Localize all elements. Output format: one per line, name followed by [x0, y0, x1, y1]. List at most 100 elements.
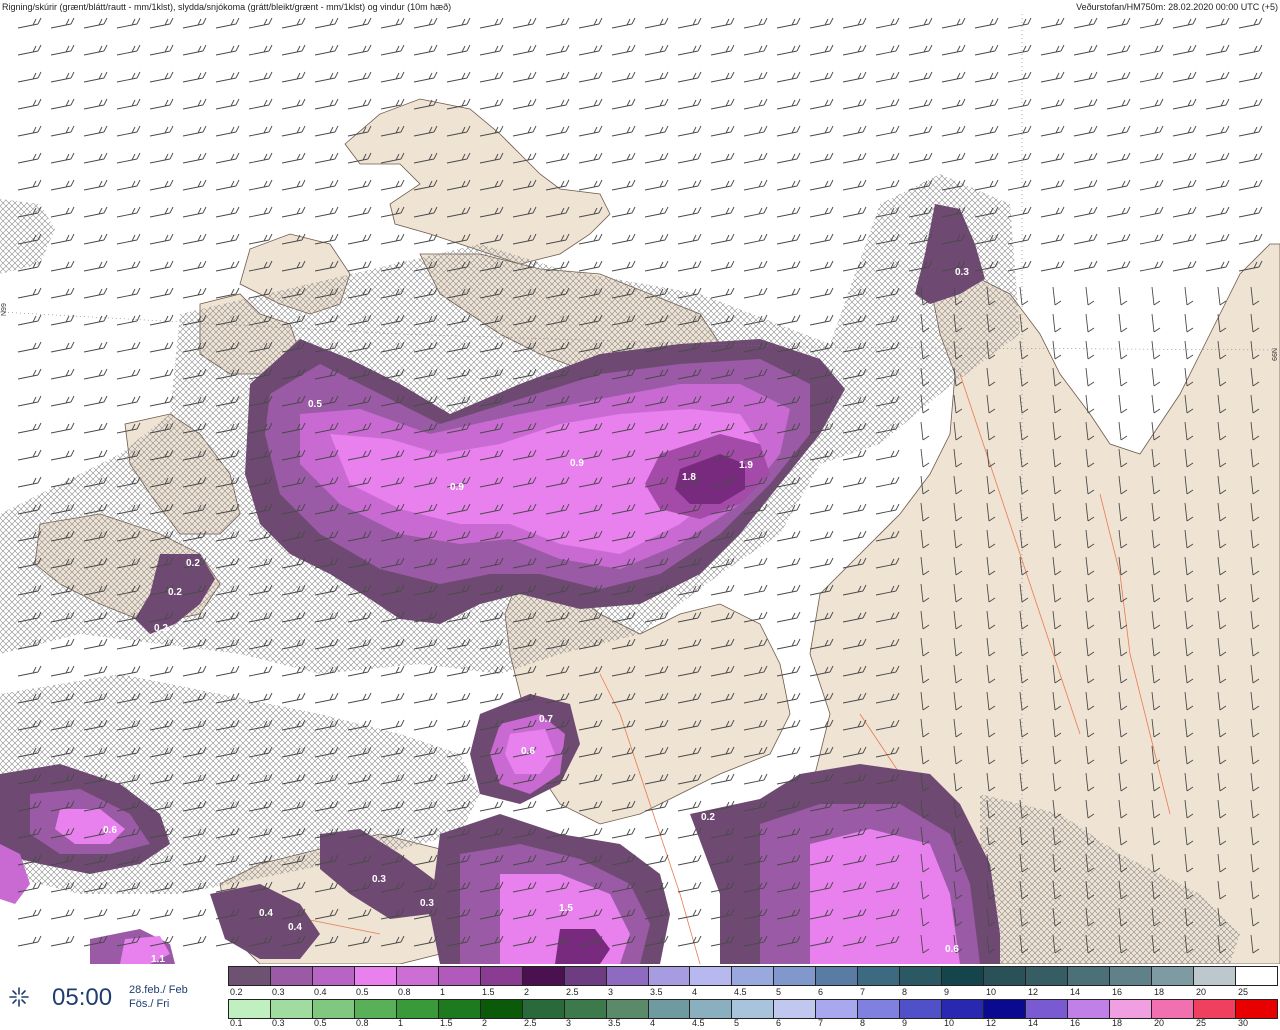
precip-label: 0.4	[288, 922, 302, 933]
scale-swatch	[480, 966, 523, 986]
snowflake-sun-icon	[9, 987, 29, 1007]
scale-swatch	[816, 966, 859, 986]
scale-swatch	[606, 999, 649, 1019]
lat-label-east: N99	[1270, 348, 1277, 361]
scale-label: 4	[692, 987, 698, 997]
scale-swatch	[1235, 999, 1278, 1019]
scale-swatch	[648, 966, 691, 986]
scale-label: 25	[1196, 1018, 1207, 1028]
precip-label: 0.3	[955, 267, 969, 278]
precip-label: 0.4	[259, 908, 273, 919]
scale-label: 12	[1028, 987, 1039, 997]
scale-label: 0.8	[356, 1018, 369, 1028]
weather-map[interactable]: N99 N99 0.3 0.5 0.9 0.9 1.8 1.9 0.2 0.2 …	[0, 14, 1280, 964]
color-scales: 0.2 0.3 0.4 0.5 0.8 1 1.5 2 2.5 3 3.5 4 4.5 5 6 7 8 9 10 12…	[228, 966, 1280, 1030]
precip-label: 0.6	[521, 746, 535, 757]
scale-label: 0.4	[314, 987, 327, 997]
scale-swatch	[1068, 999, 1111, 1019]
scale-swatch	[354, 999, 397, 1019]
forecast-time-box: 05:00 28.feb./ Feb Fös./ Fri	[0, 964, 226, 1030]
precip-label: 0.2	[154, 623, 168, 634]
scale-swatch	[522, 966, 565, 986]
scale-label: 14	[1070, 987, 1081, 997]
scale-swatch	[984, 999, 1027, 1019]
scale-swatch	[270, 966, 313, 986]
scale-label: 12	[986, 1018, 997, 1028]
scale-label: 0.5	[314, 1018, 327, 1028]
scale-label: 7	[818, 1018, 824, 1028]
scale-label: 16	[1070, 1018, 1081, 1028]
scale-label: 8	[902, 987, 908, 997]
scale-swatch	[228, 999, 271, 1019]
scale-swatch	[606, 966, 649, 986]
scale-swatch	[984, 966, 1027, 986]
forecast-time: 05:00	[52, 984, 113, 1011]
scale-swatch	[732, 999, 775, 1019]
scale-swatch	[1151, 966, 1194, 986]
scale-label: 7	[860, 987, 866, 997]
scale-label: 20	[1154, 1018, 1165, 1028]
scale-swatch	[270, 999, 313, 1019]
scale-label: 14	[1028, 1018, 1039, 1028]
scale-label: 3	[608, 987, 614, 997]
scale-label: 4.5	[692, 1018, 705, 1028]
scale-label: 3.5	[650, 987, 663, 997]
precip-label: 1.9	[739, 460, 753, 471]
forecast-date: 28.feb./ Feb Fös./ Fri	[129, 983, 188, 1011]
scale-swatch	[1193, 966, 1236, 986]
scale-swatch	[312, 999, 355, 1019]
scale-swatch	[228, 966, 271, 986]
scale-label: 30	[1238, 1018, 1249, 1028]
snow-scale-bar	[228, 966, 1278, 986]
scale-label: 9	[944, 987, 950, 997]
scale-label: 0.8	[398, 987, 411, 997]
scale-swatch	[438, 999, 481, 1019]
scale-label: 4.5	[734, 987, 747, 997]
scale-label: 2.5	[524, 1018, 537, 1028]
scale-label: 4	[650, 1018, 656, 1028]
scale-swatch	[312, 966, 355, 986]
scale-swatch	[690, 999, 733, 1019]
scale-swatch	[480, 999, 523, 1019]
scale-swatch	[1151, 999, 1194, 1019]
scale-swatch	[438, 966, 481, 986]
scale-swatch	[942, 966, 985, 986]
precip-label: 1.5	[559, 903, 573, 914]
precip-label: 0.9	[570, 458, 584, 469]
precip-label: 1.1	[151, 954, 165, 964]
map-footer: 05:00 28.feb./ Feb Fös./ Fri 0.2 0.3 0.4 0.…	[0, 964, 1280, 1030]
scale-label: 2	[482, 1018, 488, 1028]
map-header: Rigning/skúrir (grænt/blátt/rautt - mm/1…	[0, 0, 1280, 14]
scale-swatch	[564, 966, 607, 986]
scale-swatch	[1235, 966, 1278, 986]
scale-swatch	[396, 999, 439, 1019]
scale-swatch	[396, 966, 439, 986]
scale-label: 18	[1112, 1018, 1123, 1028]
scale-swatch	[522, 999, 565, 1019]
precip-label: 0.7	[539, 714, 553, 725]
scale-label: 10	[986, 987, 997, 997]
forecast-date-line2: Fös./ Fri	[129, 998, 170, 1010]
scale-swatch	[1110, 966, 1152, 986]
precip-label: 0.2	[168, 587, 182, 598]
scale-label: 6	[776, 1018, 782, 1028]
scale-label: 3.5	[608, 1018, 621, 1028]
scale-label: 1.5	[440, 1018, 453, 1028]
scale-label: 25	[1238, 987, 1249, 997]
scale-label: 0.2	[230, 987, 243, 997]
snow-scale-labels: 0.2 0.3 0.4 0.5 0.8 1 1.5 2 2.5 3 3.5 4 4.5 5 6 7 8 9 10 12…	[228, 987, 1278, 999]
map-description: Rigning/skúrir (grænt/blátt/rautt - mm/1…	[2, 2, 452, 12]
precip-label: 0.6	[945, 944, 959, 955]
scale-swatch	[732, 966, 775, 986]
scale-swatch	[1068, 966, 1111, 986]
scale-label: 3	[566, 1018, 572, 1028]
scale-swatch	[1193, 999, 1236, 1019]
scale-swatch	[1026, 966, 1069, 986]
scale-label: 0.1	[230, 1018, 243, 1028]
scale-swatch	[900, 966, 943, 986]
precip-label: 0.3	[372, 874, 386, 885]
scale-swatch	[1026, 999, 1069, 1019]
scale-swatch	[774, 966, 817, 986]
scale-swatch	[900, 999, 943, 1019]
scale-label: 6	[818, 987, 824, 997]
